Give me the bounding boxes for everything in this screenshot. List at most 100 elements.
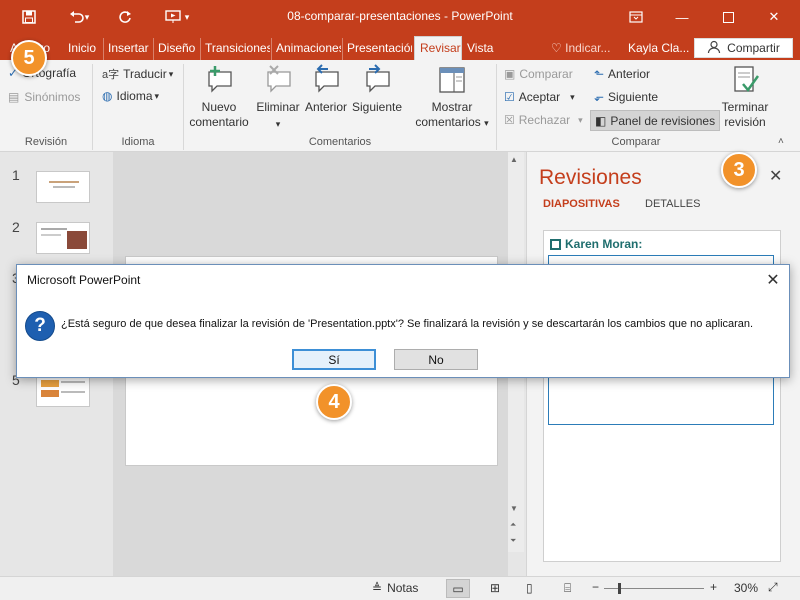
- translate-icon: a字: [102, 69, 120, 81]
- translate-label: Traducir: [123, 67, 167, 81]
- tab-animations[interactable]: Animaciones: [271, 38, 341, 60]
- chevron-down-icon: ▾: [275, 119, 281, 129]
- maximize-icon[interactable]: [706, 0, 750, 34]
- status-bar: ≜ Notas ▭ ⊞ ▯ ⌸ − + 30% ⤢: [0, 576, 800, 600]
- zoom-slider[interactable]: [604, 583, 704, 594]
- language-button[interactable]: ◍ Idioma ▾: [102, 89, 159, 103]
- zoom-level[interactable]: 30%: [734, 581, 758, 595]
- next-comment-button[interactable]: Siguiente: [350, 64, 404, 115]
- previous-change-button[interactable]: ⬑ Anterior: [594, 67, 650, 81]
- minimize-icon[interactable]: —: [660, 0, 704, 34]
- previous-change-icon: ⬑: [594, 67, 605, 81]
- next-change-button[interactable]: ⬐ Siguiente: [594, 90, 658, 104]
- delete-comment-button[interactable]: Eliminar ▾: [254, 64, 302, 132]
- scroll-down-icon[interactable]: ▼: [510, 504, 518, 513]
- title-bar: 08-comparar-presentaciones - PowerPoint …: [0, 0, 800, 34]
- show-comments-button[interactable]: Mostrar comentarios ▾: [412, 64, 492, 131]
- undo-dropdown-icon[interactable]: ▾: [80, 0, 94, 34]
- tell-me-box[interactable]: ♡ Indicar...: [551, 41, 610, 55]
- next-change-icon: ⬐: [594, 90, 605, 104]
- qat-customize-icon[interactable]: ▾: [180, 0, 194, 34]
- zoom-slider-handle[interactable]: [618, 583, 621, 594]
- previous-slide-icon[interactable]: ⏶: [510, 520, 516, 530]
- slide-thumbnail[interactable]: [36, 171, 90, 203]
- share-button[interactable]: Compartir: [694, 38, 793, 58]
- chevron-down-icon: ▾: [570, 91, 575, 102]
- group-label-language: Idioma: [121, 136, 155, 148]
- tab-review[interactable]: Revisar: [414, 36, 462, 60]
- scroll-up-icon[interactable]: ▲: [510, 155, 518, 164]
- confirm-dialog: Microsoft PowerPoint ✕ ? ¿Está seguro de…: [16, 264, 790, 378]
- previous-change-label: Anterior: [608, 67, 651, 81]
- delete-comment-label: Eliminar: [256, 100, 300, 114]
- step-badge-5: 5: [11, 40, 47, 76]
- close-pane-icon[interactable]: ✕: [769, 166, 782, 186]
- step-badge-3: 3: [721, 152, 757, 188]
- show-comments-icon: [436, 64, 468, 96]
- new-comment-button[interactable]: Nuevo comentario: [186, 64, 252, 130]
- normal-view-icon[interactable]: ▭: [446, 579, 470, 598]
- yes-button[interactable]: Sí: [292, 349, 376, 370]
- zoom-out-icon[interactable]: −: [592, 580, 599, 594]
- compare-button[interactable]: ▣ Comparar: [504, 67, 573, 81]
- slideshow-view-icon[interactable]: ⌸: [564, 581, 571, 596]
- notes-button[interactable]: ≜ Notas: [372, 581, 418, 595]
- new-comment-label: Nuevo comentario: [189, 100, 249, 129]
- thumbnail-number: 2: [12, 219, 20, 235]
- next-comment-icon: [361, 64, 393, 96]
- thumbnail-number: 1: [12, 167, 20, 183]
- fit-slide-icon[interactable]: ⤢: [768, 580, 778, 595]
- end-review-icon: [729, 64, 761, 96]
- chevron-down-icon: ▾: [578, 114, 583, 125]
- tab-insert[interactable]: Insertar: [103, 38, 151, 60]
- reviewing-pane-button[interactable]: ◧ Panel de revisiones: [590, 110, 721, 131]
- close-window-icon[interactable]: ✕: [752, 0, 796, 34]
- show-comments-label: Mostrar comentarios: [415, 100, 481, 129]
- tab-details[interactable]: DETALLES: [645, 198, 700, 210]
- thesaurus-icon: ▤: [8, 90, 20, 104]
- collapse-ribbon-icon[interactable]: ˄: [778, 136, 784, 147]
- reviewer-entry[interactable]: Karen Moran:: [550, 237, 642, 251]
- next-slide-icon[interactable]: ⏷: [510, 536, 516, 546]
- accept-button[interactable]: ☑ Aceptar ▾: [504, 90, 575, 104]
- share-label: Compartir: [727, 41, 780, 55]
- save-icon[interactable]: [14, 0, 44, 34]
- pane-title: Revisiones: [539, 166, 642, 189]
- dialog-title: Microsoft PowerPoint: [27, 273, 141, 287]
- language-label: Idioma: [116, 89, 153, 103]
- previous-comment-button[interactable]: Anterior: [302, 64, 350, 115]
- delete-comment-icon: [262, 64, 294, 96]
- chevron-down-icon: ▾: [484, 118, 489, 128]
- ribbon-display-icon[interactable]: [614, 0, 658, 34]
- tab-slides[interactable]: DIAPOSITIVAS: [543, 198, 620, 210]
- chevron-down-icon: ▾: [154, 90, 160, 101]
- tell-me-label: Indicar...: [565, 41, 611, 55]
- tab-slideshow[interactable]: Presentación: [342, 38, 412, 60]
- next-comment-label: Siguiente: [351, 100, 403, 114]
- reviewer-name: Karen Moran:: [565, 237, 643, 251]
- tab-view[interactable]: Vista: [467, 38, 497, 60]
- slide-sorter-icon[interactable]: ⊞: [490, 581, 500, 595]
- slide-thumbnail[interactable]: [36, 375, 90, 407]
- accept-label: Aceptar: [518, 90, 561, 104]
- compare-icon: ▣: [504, 67, 516, 81]
- user-name[interactable]: Kayla Cla...: [628, 41, 689, 55]
- translate-button[interactable]: a字 Traducir ▾: [102, 66, 173, 82]
- tab-home[interactable]: Inicio: [68, 38, 102, 60]
- tab-design[interactable]: Diseño: [153, 38, 197, 60]
- new-comment-icon: [203, 64, 235, 96]
- redo-icon[interactable]: [110, 0, 140, 34]
- reject-icon: ☒: [504, 113, 515, 127]
- reading-view-icon[interactable]: ▯: [526, 581, 533, 595]
- end-review-label: Terminar revisión: [721, 100, 769, 129]
- tab-transitions[interactable]: Transiciones: [200, 38, 270, 60]
- end-review-button[interactable]: Terminar revisión: [716, 64, 774, 130]
- slide-thumbnail[interactable]: [36, 222, 90, 254]
- checkbox-icon[interactable]: [550, 238, 561, 250]
- reject-button[interactable]: ☒ Rechazar ▾: [504, 113, 583, 127]
- zoom-in-icon[interactable]: +: [710, 580, 717, 594]
- reviewing-pane-icon: ◧: [595, 113, 607, 128]
- no-button[interactable]: No: [394, 349, 478, 370]
- close-dialog-icon[interactable]: ✕: [761, 269, 785, 291]
- thesaurus-button[interactable]: ▤ Sinónimos: [8, 90, 80, 104]
